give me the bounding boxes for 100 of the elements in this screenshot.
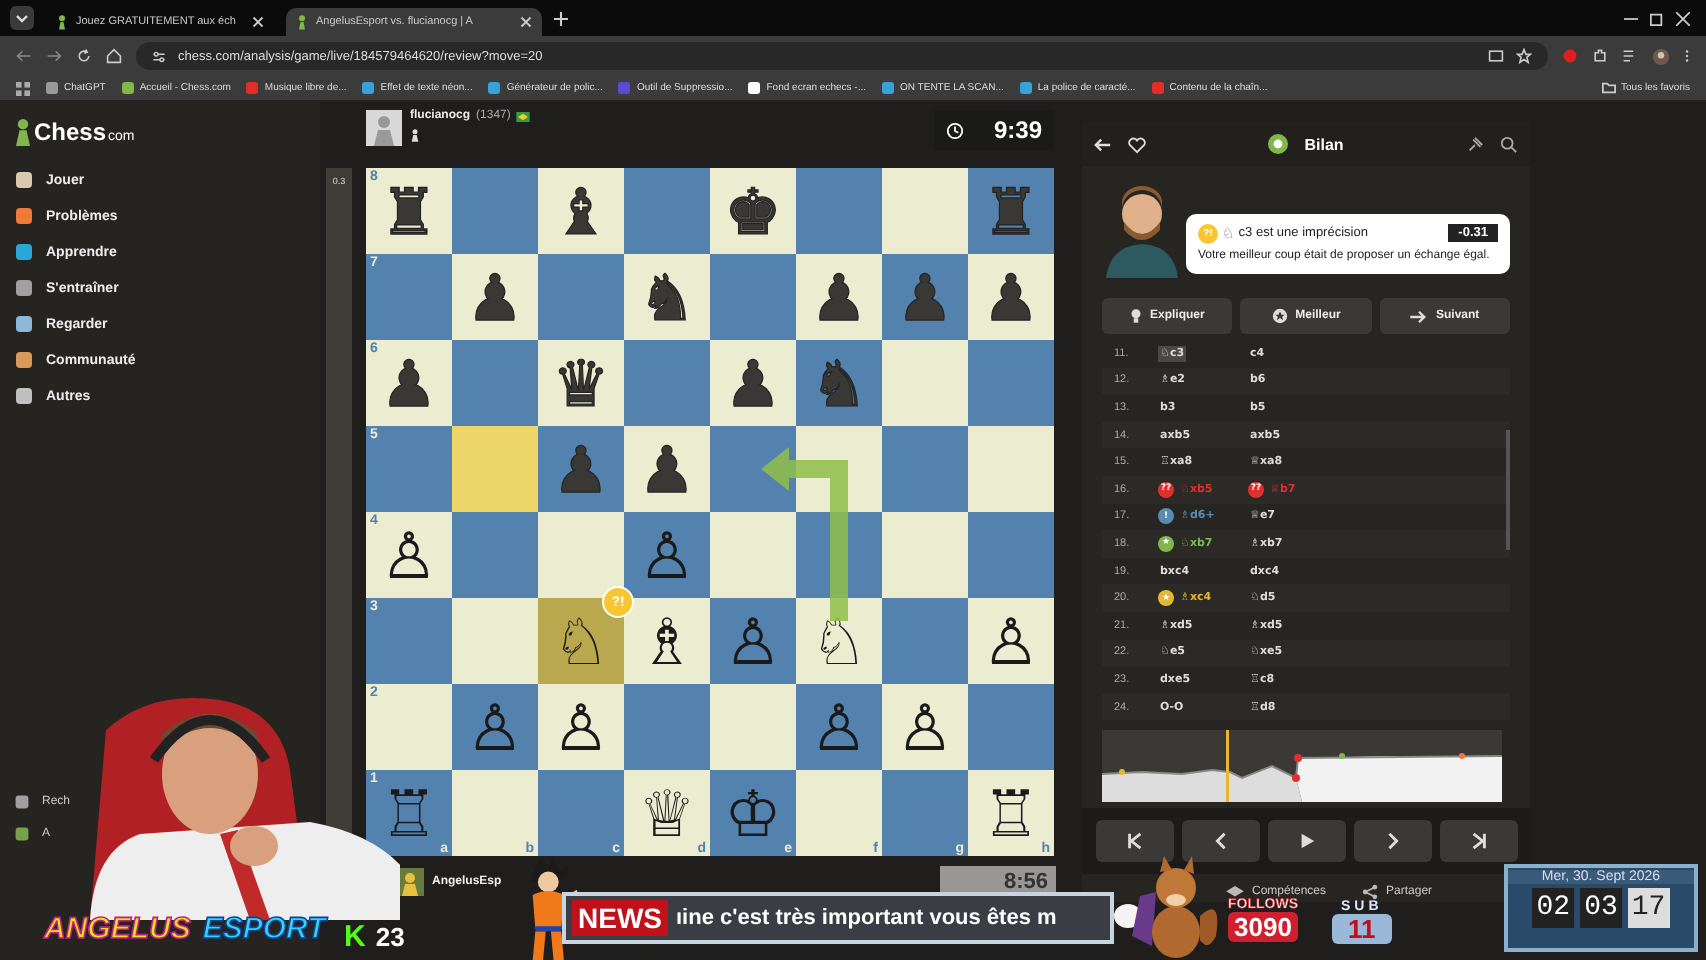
ticker-text: ıine c'est très important vous êtes m <box>676 906 1057 930</box>
board-square[interactable]: ♝ <box>538 168 624 254</box>
board-square[interactable]: ♙ <box>796 684 882 770</box>
clock-icon <box>946 121 964 139</box>
menu-icon[interactable] <box>1684 48 1690 64</box>
navigation-button[interactable] <box>1267 820 1345 862</box>
chess-piece[interactable]: ♟ <box>724 351 782 415</box>
close-icon[interactable] <box>520 16 532 28</box>
navigation-button[interactable] <box>1439 820 1517 862</box>
close-icon[interactable] <box>1676 11 1690 25</box>
chess-piece[interactable]: ♟ <box>466 265 524 329</box>
home-icon[interactable] <box>106 48 122 64</box>
board-square[interactable]: ♙ <box>882 684 968 770</box>
chess-piece[interactable]: ♜ <box>380 179 438 243</box>
cartoon-mascot-drawing <box>1112 856 1222 960</box>
flag-icon <box>516 111 531 121</box>
skip-back-icon <box>1125 832 1143 850</box>
board-square[interactable]: ♟ <box>452 254 538 340</box>
board-square[interactable]: ♙ <box>968 598 1054 684</box>
apps-icon[interactable] <box>16 81 30 95</box>
chess-piece[interactable]: ♗ <box>638 609 696 673</box>
chess-piece[interactable]: ♕ <box>638 781 696 845</box>
play-icon <box>1297 832 1315 850</box>
chess-piece[interactable]: ♙ <box>896 695 954 759</box>
chess-piece[interactable]: ♞ <box>638 265 696 329</box>
share-icon <box>1362 884 1379 900</box>
new-tab-icon[interactable] <box>554 11 568 25</box>
logo-text: Chess <box>34 118 107 146</box>
follower-count: 3090 <box>1228 912 1298 942</box>
close-icon[interactable] <box>252 16 264 28</box>
chess-piece[interactable]: ♙ <box>552 695 610 759</box>
pawn-icon <box>14 118 32 146</box>
restore-icon[interactable] <box>1650 11 1664 25</box>
cast-icon[interactable] <box>1488 48 1504 64</box>
board-square[interactable]: ♟ <box>796 254 882 340</box>
skip-forward-icon <box>1469 832 1487 850</box>
chess-piece[interactable]: ♙ <box>982 609 1040 673</box>
reload-icon[interactable] <box>76 48 92 64</box>
folder-icon <box>1601 82 1616 94</box>
star-icon <box>1271 308 1288 324</box>
chess-piece[interactable]: ♘ <box>810 609 868 673</box>
board-square[interactable]: ♗ <box>624 598 710 684</box>
search-icon[interactable] <box>1500 135 1518 153</box>
star-icon[interactable] <box>1516 48 1532 64</box>
chess-piece[interactable]: ♙ <box>638 523 696 587</box>
brand-text: ANGELUS <box>44 912 191 946</box>
board-square[interactable]: ♟ <box>710 340 796 426</box>
chess-piece[interactable]: ♝ <box>552 179 610 243</box>
chess-piece[interactable]: ♖ <box>380 781 438 845</box>
board-square[interactable]: ♞ <box>624 254 710 340</box>
chess-piece[interactable]: ♟ <box>982 265 1040 329</box>
chevron-right-icon <box>1383 832 1401 850</box>
playlist-icon[interactable] <box>1622 48 1638 64</box>
scrollbar[interactable] <box>1506 430 1510 550</box>
board-square[interactable]: ♟ <box>968 254 1054 340</box>
chess-piece[interactable]: ♟ <box>380 351 438 415</box>
player-clock: 9:39 <box>934 110 1054 150</box>
board-square[interactable]: ♙ <box>624 512 710 598</box>
board-square[interactable]: ♘ <box>796 598 882 684</box>
avatar-icon <box>366 110 402 146</box>
kick-logo: K <box>344 920 366 954</box>
board-square[interactable] <box>710 426 796 512</box>
board-square[interactable]: ♟ <box>624 426 710 512</box>
navigation-button[interactable] <box>1095 820 1173 862</box>
pawn-icon <box>296 14 308 30</box>
chess-piece[interactable]: ♛ <box>552 351 610 415</box>
profile-icon[interactable] <box>1652 47 1670 65</box>
panel-title: Bilan <box>1304 135 1344 153</box>
extension-icon[interactable] <box>1562 48 1578 64</box>
arrow-right-icon <box>1409 309 1428 323</box>
viewer-count: 23 <box>375 922 405 952</box>
chess-piece[interactable]: ♙ <box>724 609 782 673</box>
time-digits: 17 <box>1627 888 1670 928</box>
chess-piece[interactable]: ♖ <box>982 781 1040 845</box>
heart-icon[interactable] <box>1128 135 1146 153</box>
brand-text: ESPORT <box>202 912 326 946</box>
forward-icon[interactable] <box>46 48 62 64</box>
board-square[interactable]: ♙ <box>538 684 624 770</box>
coach-avatar-icon <box>1102 186 1182 278</box>
pawn-icon <box>410 128 420 142</box>
chess-piece[interactable]: ♚ <box>724 179 782 243</box>
chess-piece[interactable]: ♙ <box>380 523 438 587</box>
tab-search-icon[interactable] <box>10 6 34 30</box>
time-digits: 02 <box>1532 888 1575 928</box>
chess-piece[interactable]: ♙ <box>466 695 524 759</box>
pawn-icon <box>56 14 68 30</box>
board-square[interactable]: ♚ <box>710 168 796 254</box>
board-square[interactable]: ♙ <box>452 684 538 770</box>
puzzle-icon[interactable] <box>1592 48 1608 64</box>
board-square[interactable]: ♙ <box>710 598 796 684</box>
chess-piece[interactable]: ♙ <box>810 695 868 759</box>
site-info-icon[interactable] <box>152 49 166 63</box>
review-icon <box>1268 134 1289 154</box>
chess-piece[interactable]: ♔ <box>724 781 782 845</box>
chess-piece[interactable]: ♟ <box>810 265 868 329</box>
board-square[interactable]: ♛ <box>538 340 624 426</box>
chess-piece[interactable]: ♟ <box>638 437 696 501</box>
news-label: NEWS <box>572 900 668 936</box>
lightbulb-icon <box>1129 308 1142 324</box>
chevron-left-icon <box>1211 832 1229 850</box>
